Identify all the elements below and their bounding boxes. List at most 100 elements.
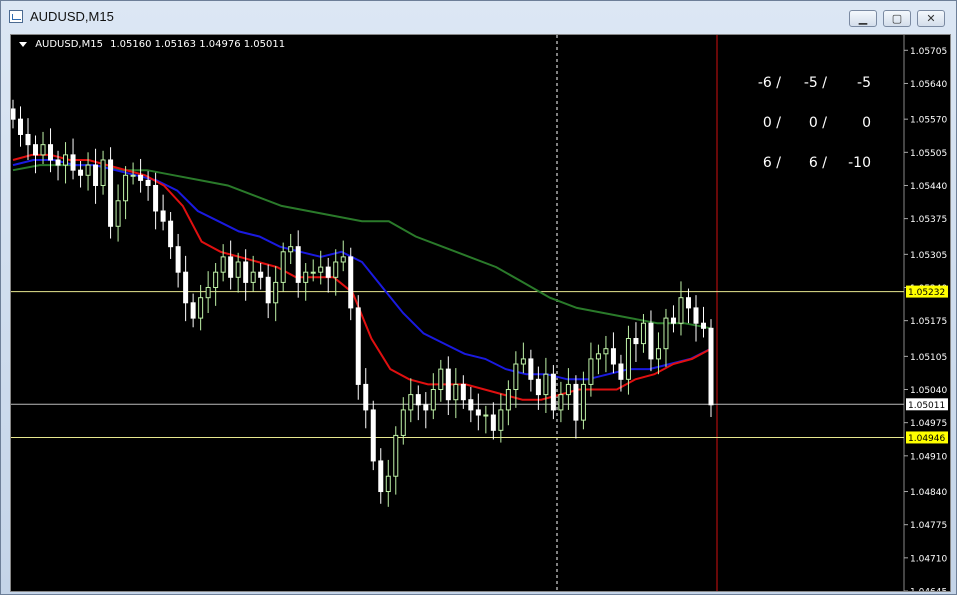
candle-body — [663, 317, 669, 350]
candle-body — [25, 133, 31, 146]
candle-body — [93, 164, 99, 186]
candle-body — [198, 297, 204, 319]
stats-row-1: -6 / -5 / -5 — [731, 75, 881, 93]
candle-body — [430, 389, 436, 411]
close-button[interactable]: ✕ — [917, 10, 945, 27]
stat-cell: 0 — [862, 115, 871, 131]
candle-body — [700, 322, 706, 329]
candle-body — [303, 271, 309, 283]
candle-body — [100, 159, 106, 186]
chart-window-icon — [9, 10, 23, 23]
candle-body — [138, 174, 144, 181]
chart-ohlc: 1.05160 1.05163 1.04976 1.05011 — [110, 39, 286, 50]
candle-body — [468, 399, 474, 411]
y-tick-label: 1.05640 — [910, 80, 947, 90]
y-tick-label: 1.04975 — [910, 419, 947, 429]
y-tick-label: 1.04710 — [910, 554, 947, 564]
candle-body — [483, 414, 489, 417]
candle-body — [370, 409, 376, 462]
chart-area[interactable]: 1.05705 1.05640 1.05570 1.05505 1.05440 1.053… — [10, 34, 951, 592]
candle-body — [115, 200, 121, 227]
y-tick-label: 1.05705 — [910, 47, 947, 57]
candle-body — [505, 389, 511, 411]
candle-body — [580, 383, 586, 421]
candle-body — [610, 348, 616, 365]
candle-body — [78, 169, 84, 176]
candle-body — [11, 108, 16, 120]
candle-body — [295, 246, 301, 283]
stat-cell: -5 / — [803, 75, 827, 91]
candle-body — [423, 404, 429, 411]
candle-body — [70, 154, 76, 171]
candle-body — [513, 363, 519, 391]
price-level-label: 1.04946 — [908, 434, 945, 444]
candle-body — [655, 348, 661, 360]
minimize-button[interactable]: ▁ — [849, 10, 877, 27]
candle-body — [573, 383, 579, 421]
y-tick-label: 1.05105 — [910, 353, 947, 363]
candle-body — [603, 348, 609, 355]
maximize-button[interactable]: ▢ — [883, 10, 911, 27]
candle-body — [670, 317, 676, 324]
candle-body — [618, 363, 624, 380]
candle-body — [220, 256, 226, 273]
candle-body — [243, 261, 249, 283]
candle-body — [385, 475, 391, 493]
y-tick-label: 1.05040 — [910, 386, 947, 396]
candle-body — [153, 184, 159, 212]
candle-body — [205, 286, 211, 299]
candle-body — [348, 256, 354, 309]
candle-body — [280, 251, 286, 283]
price-level-label: 1.05011 — [908, 401, 945, 411]
y-tick-label: 1.05505 — [910, 149, 947, 159]
candle-body — [160, 210, 166, 222]
candle-body — [340, 256, 346, 263]
candle-body — [678, 297, 684, 324]
stat-cell: -6 / — [757, 75, 781, 91]
chart-header: AUDUSD,M15 1.05160 1.05163 1.04976 1.050… — [19, 39, 285, 50]
candle-body — [33, 144, 39, 156]
candle-body — [85, 164, 91, 176]
candle-body — [108, 159, 114, 227]
candle-body — [633, 338, 639, 345]
stat-cell: 0 / — [808, 115, 827, 131]
candle-body — [363, 383, 369, 411]
candle-body — [250, 271, 256, 283]
candle-body — [355, 307, 361, 385]
candle-body — [595, 353, 601, 360]
candle-body — [235, 261, 241, 278]
candle-body — [168, 220, 174, 248]
y-tick-label: 1.04775 — [910, 521, 947, 531]
candle-body — [640, 322, 646, 345]
candle-body — [475, 409, 481, 416]
candle-body — [265, 276, 271, 304]
candle-body — [213, 271, 219, 288]
stats-row-3: 6 / 6 / -10 — [731, 155, 881, 173]
candle-body — [258, 271, 264, 278]
candle-body — [445, 368, 451, 401]
candle-body — [565, 383, 571, 396]
candle-body — [558, 394, 564, 411]
candle-body — [123, 174, 129, 202]
candle-body — [685, 297, 691, 309]
candle-body — [400, 409, 406, 436]
stat-cell: -5 — [857, 75, 871, 91]
candle-body — [693, 307, 699, 324]
candle-body — [325, 266, 331, 278]
candle-body — [528, 358, 534, 380]
candle-body — [310, 271, 316, 274]
dropdown-triangle-icon[interactable] — [19, 41, 27, 47]
candle-body — [18, 118, 24, 135]
candle-body — [460, 383, 466, 401]
candle-body — [175, 246, 181, 273]
stat-cell: 0 / — [762, 115, 781, 131]
y-tick-label: 1.05305 — [910, 251, 947, 261]
candle-body — [708, 327, 714, 406]
candle-body — [130, 174, 136, 177]
candle-body — [588, 358, 594, 385]
candle-body — [393, 434, 399, 477]
candle-body — [535, 378, 541, 396]
title-bar[interactable]: AUDUSD,M15 ▁ ▢ ✕ — [1, 1, 956, 33]
candle-body — [318, 266, 324, 273]
candle-body — [183, 271, 189, 304]
